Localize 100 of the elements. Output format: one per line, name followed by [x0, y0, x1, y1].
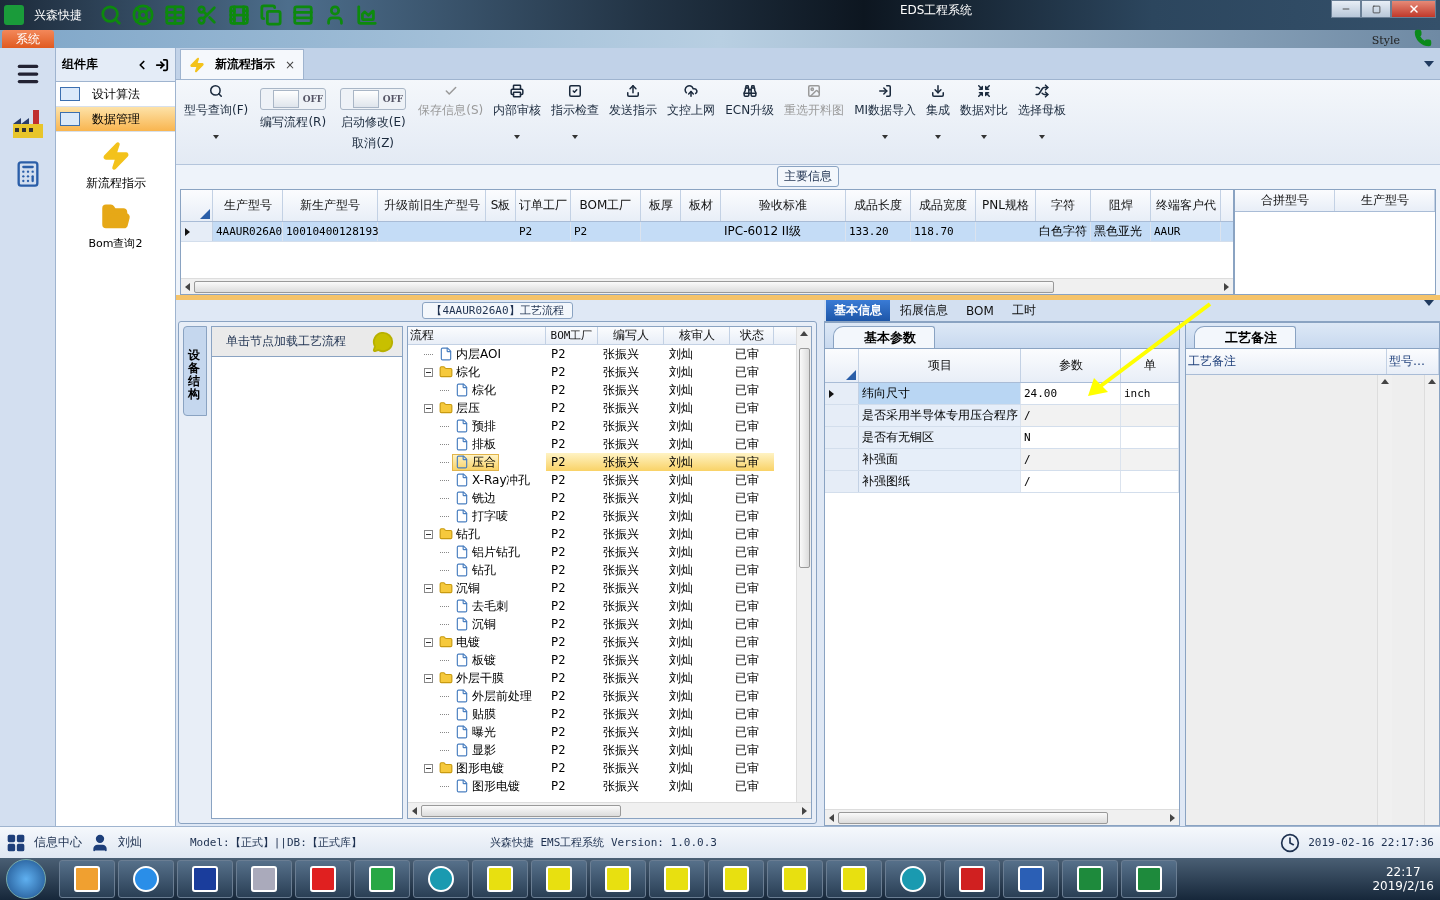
column-header[interactable]: 型号…: [1387, 349, 1439, 374]
tree-node[interactable]: 预排: [452, 417, 499, 435]
tab[interactable]: 工艺备注: [1194, 326, 1296, 348]
column-header[interactable]: 成品长度: [846, 190, 911, 221]
minimize-button[interactable]: [1331, 0, 1361, 18]
sidebar-item[interactable]: 数据管理: [56, 107, 175, 132]
column-header[interactable]: 终端客户代: [1151, 190, 1221, 221]
toolbar-button[interactable]: 数据对比: [956, 84, 1013, 164]
dropdown-caret-icon[interactable]: [1424, 300, 1434, 306]
document-tab[interactable]: 新流程指示 ×: [180, 49, 305, 79]
column-header[interactable]: BOM工厂: [571, 190, 641, 221]
taskbar-app[interactable]: [944, 860, 1000, 898]
toolbar-button[interactable]: 集成: [922, 84, 955, 164]
tree-node[interactable]: 贴膜: [452, 705, 499, 723]
expander-icon[interactable]: [424, 673, 433, 683]
tree-node[interactable]: 图形电镀: [452, 777, 523, 795]
taskbar-clock[interactable]: 22:17 2019/2/16: [1372, 865, 1434, 893]
column-header[interactable]: 板材: [681, 190, 721, 221]
column-header[interactable]: 合拼型号: [1235, 190, 1335, 211]
tree-node[interactable]: 层压: [436, 399, 483, 417]
taskbar-app[interactable]: [531, 860, 587, 898]
toggle-switch[interactable]: OFF: [260, 88, 327, 110]
tree-node[interactable]: 电镀: [436, 633, 483, 651]
tree-node[interactable]: 外层干膜: [436, 669, 507, 687]
expander-icon[interactable]: [424, 367, 433, 377]
column-header[interactable]: S板: [486, 190, 516, 221]
column-header[interactable]: 工艺备注: [1186, 349, 1387, 374]
expander-icon[interactable]: [424, 637, 433, 647]
taskbar-app[interactable]: [118, 860, 174, 898]
grid-icon[interactable]: [6, 832, 26, 853]
taskbar-app[interactable]: [354, 860, 410, 898]
tree-node[interactable]: 压合: [452, 453, 499, 471]
table-row[interactable]: 是否采用半导体专用压合程序 /: [825, 405, 1179, 427]
column-header[interactable]: 升级前旧生产型号: [378, 190, 486, 221]
style-menu[interactable]: Style: [1365, 33, 1406, 48]
vertical-scrollbar[interactable]: [1377, 375, 1392, 825]
taskbar-app[interactable]: [1121, 860, 1177, 898]
dock-icon[interactable]: [155, 57, 169, 72]
tree-node[interactable]: 去毛刺: [452, 597, 511, 615]
taskbar-app[interactable]: [885, 860, 941, 898]
horizontal-scrollbar[interactable]: [408, 802, 811, 818]
expander-icon[interactable]: [424, 529, 433, 539]
tree-node[interactable]: 棕化: [452, 381, 499, 399]
taskbar-app[interactable]: [826, 860, 882, 898]
expander-icon[interactable]: [424, 403, 433, 413]
column-header[interactable]: 核审人: [664, 327, 730, 344]
column-header[interactable]: 状态: [730, 327, 774, 344]
tab[interactable]: 基本信息: [826, 300, 890, 321]
toolbar-button[interactable]: 发送指示: [605, 84, 662, 164]
expander-icon[interactable]: [424, 763, 433, 773]
maximize-button[interactable]: [1361, 0, 1391, 18]
toolbar-button[interactable]: 指示检查: [547, 84, 604, 164]
tree-node[interactable]: 曝光: [452, 723, 499, 741]
taskbar-app[interactable]: [1062, 860, 1118, 898]
taskbar-app[interactable]: [1003, 860, 1059, 898]
column-header[interactable]: 板厚: [641, 190, 681, 221]
close-button[interactable]: [1391, 0, 1436, 18]
module-tile[interactable]: 新流程指示: [56, 140, 175, 193]
column-header[interactable]: PNL规格: [976, 190, 1036, 221]
column-header[interactable]: 生产型号: [213, 190, 283, 221]
taskbar-app[interactable]: [236, 860, 292, 898]
tree-node[interactable]: 铝片钻孔: [452, 543, 523, 561]
tree-node[interactable]: 铣边: [452, 489, 499, 507]
table-row[interactable]: 纬向尺寸 24.00 inch: [825, 383, 1179, 405]
column-header[interactable]: 成品宽度: [911, 190, 976, 221]
vertical-scrollbar[interactable]: [796, 327, 811, 802]
column-header[interactable]: 项目: [859, 349, 1021, 382]
tree-node[interactable]: 图形电镀: [436, 759, 507, 777]
column-header[interactable]: 字符: [1036, 190, 1091, 221]
info-center-link[interactable]: 信息中心: [34, 834, 82, 851]
tree-node[interactable]: 沉铜: [436, 579, 483, 597]
taskbar-app[interactable]: [472, 860, 528, 898]
horizontal-scrollbar[interactable]: [181, 278, 1233, 294]
start-button[interactable]: [6, 859, 46, 899]
tab[interactable]: 基本参数: [833, 326, 935, 348]
taskbar-app[interactable]: [59, 860, 115, 898]
tree-node[interactable]: 钻孔: [436, 525, 483, 543]
column-header[interactable]: 单: [1121, 349, 1179, 382]
tree-node[interactable]: 棕化: [436, 363, 483, 381]
tree-node[interactable]: 打字唛: [452, 507, 511, 525]
toolbar-button[interactable]: 型号查询(F): [180, 84, 253, 164]
column-header[interactable]: 新生产型号: [283, 190, 378, 221]
toolbar-button[interactable]: ECN升级: [721, 84, 779, 164]
toolbar-button[interactable]: 文控上网: [663, 84, 720, 164]
tree-node[interactable]: X-Ray冲孔: [452, 471, 534, 489]
table-row[interactable]: 补强面 /: [825, 449, 1179, 471]
tab[interactable]: 工时: [1003, 300, 1044, 321]
toolbar-button[interactable]: 内部审核: [489, 84, 546, 164]
toggle-switch[interactable]: OFF: [340, 88, 407, 110]
column-header[interactable]: 阻焊: [1091, 190, 1151, 221]
taskbar-app[interactable]: [177, 860, 233, 898]
table-row[interactable]: 4AAUR026A0 10010400128193 P2 P2 IPC-6012 II级 133.20 118.70 白色字符 黑色亚光 AAUR: [181, 222, 1233, 242]
tree-node[interactable]: 内层AOI: [436, 345, 504, 363]
close-tab-icon[interactable]: ×: [285, 57, 296, 72]
tab[interactable]: BOM: [958, 300, 1002, 321]
tree-node[interactable]: 沉铜: [452, 615, 499, 633]
phone-icon[interactable]: [1414, 29, 1432, 47]
taskbar-app[interactable]: [708, 860, 764, 898]
dropdown-caret-icon[interactable]: [1424, 61, 1434, 67]
module-tile[interactable]: Bom查询2: [56, 201, 175, 252]
